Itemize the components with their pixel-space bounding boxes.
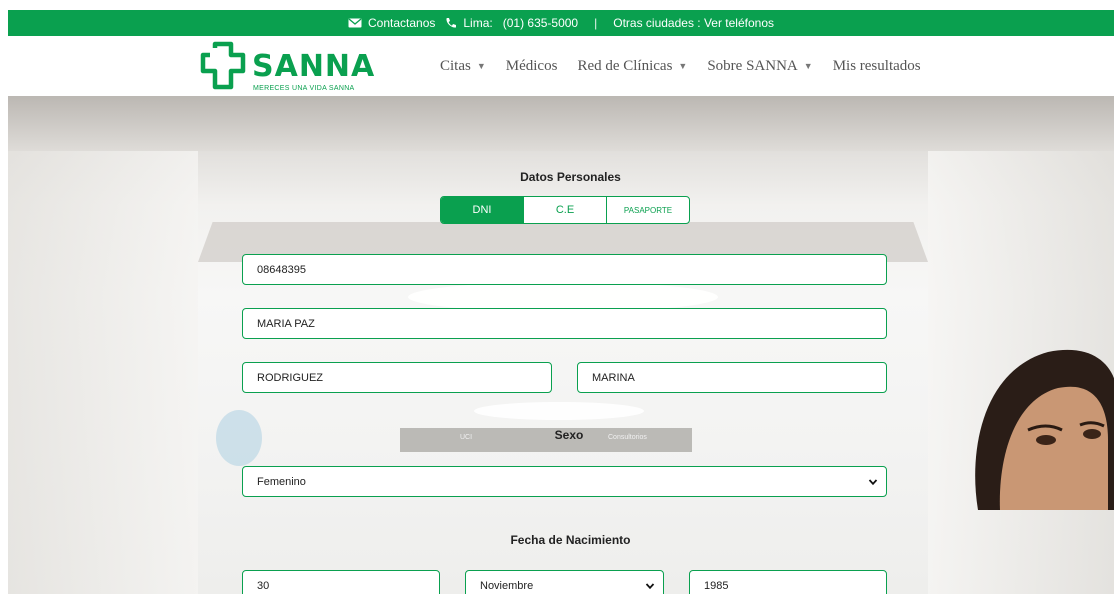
separator: | [594, 16, 598, 30]
nav-citas-label: Citas [440, 57, 471, 74]
nav-mis-resultados[interactable]: Mis resultados [833, 58, 921, 75]
birth-day-input[interactable]: 30 [242, 570, 440, 594]
birth-month-select[interactable]: Noviembre [465, 570, 664, 594]
nav-sobre-sanna[interactable]: Sobre SANNA ▼ [707, 58, 812, 75]
birth-year-input[interactable]: 1985 [689, 570, 887, 594]
nav-red-de-clinicas[interactable]: Red de Clínicas ▼ [577, 58, 687, 75]
lima-label: Lima: [463, 16, 493, 30]
balloon-image [216, 410, 262, 466]
tab-pasaporte[interactable]: PASAPORTE [607, 197, 689, 223]
sign-consultorios-text: Consultorios [608, 434, 647, 441]
sex-select-value: Femenino [257, 475, 306, 488]
nav-medicos[interactable]: Médicos [506, 58, 558, 75]
tab-dni[interactable]: DNI [441, 197, 524, 223]
chevron-down-icon [868, 477, 878, 487]
nav-resultados-label: Mis resultados [832, 57, 921, 74]
document-type-tabs: DNI C.E PASAPORTE [440, 196, 690, 224]
envelope-icon [348, 18, 362, 28]
cross-logo-icon [200, 41, 246, 96]
nav-medicos-label: Médicos [505, 57, 558, 74]
chevron-down-icon [645, 581, 655, 591]
label-fecha-nacimiento: Fecha de Nacimiento [510, 533, 631, 547]
site-header: SANNA MERECES UNA VIDA SANNA Citas ▼ Méd… [8, 36, 1114, 96]
page: Contactanos Lima: (01) 635-5000 | Otras … [8, 10, 1114, 594]
brand-name: SANNA [252, 49, 376, 84]
main-nav: Citas ▼ Médicos Red de Clínicas ▼ Sobre … [440, 36, 921, 96]
ceiling-light [474, 402, 644, 420]
nav-sobre-label: Sobre SANNA [707, 57, 798, 74]
sex-select[interactable]: Femenino [242, 466, 887, 497]
chevron-down-icon: ▼ [678, 61, 688, 71]
last-name-2-input[interactable]: MARINA [577, 362, 887, 393]
top-contact-bar: Contactanos Lima: (01) 635-5000 | Otras … [8, 10, 1114, 36]
chevron-down-icon: ▼ [803, 61, 813, 71]
brand-tagline: MERECES UNA VIDA SANNA [253, 85, 355, 92]
nav-red-label: Red de Clínicas [577, 57, 673, 74]
last-name-1-input[interactable]: RODRIGUEZ [242, 362, 552, 393]
nav-citas[interactable]: Citas ▼ [440, 58, 486, 75]
chevron-down-icon: ▼ [476, 61, 486, 71]
hero-top-band [8, 96, 1114, 151]
tab-ce[interactable]: C.E [524, 197, 607, 223]
names-input[interactable]: MARIA PAZ [242, 308, 887, 339]
phone-icon [445, 17, 457, 29]
woman-photo [958, 330, 1114, 510]
hallway-left-wall [8, 151, 198, 594]
contact-link[interactable]: Contactanos [368, 16, 435, 30]
document-number-input[interactable]: 08648395 [242, 254, 887, 285]
other-cities-link[interactable]: Otras ciudades : Ver teléfonos [613, 16, 774, 30]
sign-uci-text: UCI [460, 434, 473, 441]
label-sexo: Sexo [554, 428, 584, 442]
birth-month-value: Noviembre [480, 579, 534, 592]
section-title-datos-personales: Datos Personales [520, 170, 621, 184]
sanna-logo[interactable]: SANNA MERECES UNA VIDA SANNA [200, 41, 400, 93]
lima-phone-link[interactable]: (01) 635-5000 [503, 16, 578, 30]
